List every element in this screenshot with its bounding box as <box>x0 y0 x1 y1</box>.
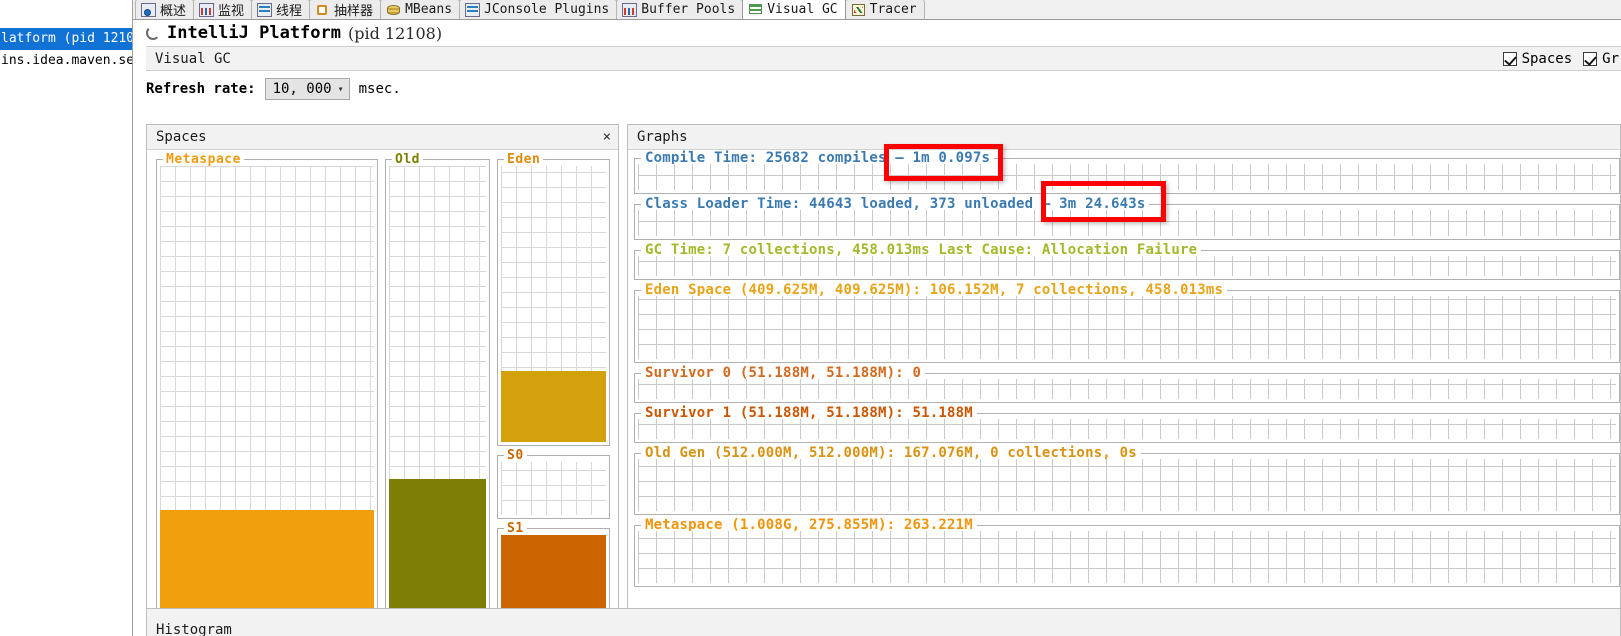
page-title: IntelliJ Platform <box>167 23 341 43</box>
tab-jconsole-plugins[interactable]: JConsole Plugins <box>459 0 618 19</box>
graph-chart[interactable]: Compile Time: 25682 compiles — 1m 0.097s <box>634 150 1620 194</box>
spaces-panel-header: Spaces × <box>147 125 618 150</box>
visualgc-screen: latform (pid 1210 ins.idea.maven.se 概述 监… <box>0 0 1621 636</box>
space-label-metaspace: Metaspace <box>163 152 244 167</box>
app-header: IntelliJ Platform (pid 12108) <box>133 20 1621 46</box>
graphs-panel-header: Graphs <box>628 125 1620 150</box>
tab-threads[interactable]: 线程 <box>251 0 311 19</box>
sidebar-item-process-selected[interactable]: latform (pid 1210 <box>0 28 132 50</box>
tab-label: JConsole Plugins <box>484 2 610 17</box>
tracer-icon <box>851 3 866 17</box>
tab-label: 监视 <box>218 4 245 19</box>
tab-label: Buffer Pools <box>641 2 736 17</box>
graph-chart-plot <box>638 419 1616 439</box>
graph-chart[interactable]: Old Gen (512.000M, 512.000M): 167.076M, … <box>634 445 1620 515</box>
tab-label: 概述 <box>160 4 187 19</box>
space-plot-metaspace <box>160 166 374 631</box>
checkbox-spaces[interactable]: Spaces <box>1502 50 1573 67</box>
refresh-rate-select[interactable]: 10, 000 ▾ <box>264 78 350 100</box>
spaces-panel-title: Spaces <box>156 129 207 145</box>
space-group-metaspace[interactable]: Metaspace <box>156 152 378 635</box>
buffer-pools-icon <box>622 2 638 17</box>
refresh-rate-row: Refresh rate: 10, 000 ▾ msec. <box>133 71 1621 107</box>
overview-icon <box>141 2 156 17</box>
graphs-panel: Graphs Compile Time: 25682 compiles — 1m… <box>627 124 1621 636</box>
loading-spinner-icon <box>146 26 160 40</box>
visual-gc-icon <box>748 2 763 16</box>
threads-icon <box>257 2 273 17</box>
chevron-down-icon: ▾ <box>337 83 344 95</box>
tab-mbeans[interactable]: MBeans <box>380 0 461 19</box>
tab-label: MBeans <box>405 2 453 17</box>
space-group-eden[interactable]: Eden <box>497 152 610 446</box>
checkbox-graphs-label: Gr <box>1602 50 1619 67</box>
close-icon[interactable]: × <box>603 129 611 145</box>
graph-chart[interactable]: Survivor 0 (51.188M, 51.188M): 0 <box>634 365 1620 403</box>
spaces-panel: Spaces × Metaspace Old Eden S0 S1 <box>146 124 619 636</box>
space-bar-eden <box>501 370 606 442</box>
visual-gc-main: IntelliJ Platform (pid 12108) Visual GC … <box>133 20 1621 636</box>
graph-chart-plot <box>638 459 1616 511</box>
space-column-old: Old <box>385 152 490 635</box>
refresh-rate-label: Refresh rate: <box>146 81 256 97</box>
process-pid: (pid 12108) <box>348 23 443 43</box>
view-subbar: Visual GC Spaces Gr <box>146 46 1621 71</box>
tab-label: 抽样器 <box>334 4 374 19</box>
space-column-metaspace: Metaspace <box>156 152 378 635</box>
tab-label: 线程 <box>276 4 303 19</box>
histogram-panel: Histogram <box>146 608 1621 636</box>
refresh-rate-value: 10, 000 <box>272 81 332 97</box>
tab-monitor[interactable]: 监视 <box>193 0 253 19</box>
panels-row: Spaces × Metaspace Old Eden S0 S1 Graphs… <box>146 124 1621 636</box>
tab-visual-gc[interactable]: Visual GC <box>742 0 846 19</box>
tab-label: Visual GC <box>767 1 838 17</box>
space-label-eden: Eden <box>504 152 544 167</box>
view-title: Visual GC <box>155 50 231 67</box>
graph-chart[interactable]: GC Time: 7 collections, 458.013ms Last C… <box>634 242 1620 280</box>
space-plot-eden <box>501 166 606 442</box>
space-group-old[interactable]: Old <box>385 152 490 635</box>
graph-chart[interactable]: Metaspace (1.008G, 275.855M): 263.221M <box>634 517 1620 587</box>
graph-chart[interactable]: Class Loader Time: 44643 loaded, 373 unl… <box>634 196 1620 240</box>
space-label-old: Old <box>392 152 423 167</box>
space-plot-s0 <box>501 462 606 515</box>
graph-chart-plot <box>638 256 1616 276</box>
space-plot-old <box>389 166 486 631</box>
histogram-panel-title: Histogram <box>156 622 232 636</box>
graphs-panel-title: Graphs <box>637 129 688 145</box>
tab-tracer[interactable]: Tracer <box>844 0 925 19</box>
graph-chart[interactable]: Eden Space (409.625M, 409.625M): 106.152… <box>634 282 1620 363</box>
sidebar-item-process[interactable]: ins.idea.maven.se <box>0 50 132 72</box>
monitor-icon <box>199 2 215 17</box>
graph-chart-plot <box>638 379 1616 399</box>
space-column-young: Eden S0 S1 <box>497 152 610 635</box>
mbeans-icon <box>386 3 401 17</box>
space-group-s0[interactable]: S0 <box>497 448 610 519</box>
tab-bar[interactable]: 概述 监视 线程 抽样器 MBeans JConsole Plugins Buf… <box>133 0 1621 20</box>
tab-sampler[interactable]: 抽样器 <box>309 0 382 19</box>
checkbox-graphs[interactable]: Gr <box>1583 51 1619 67</box>
refresh-rate-units: msec. <box>358 81 401 97</box>
tab-overview[interactable]: 概述 <box>135 0 195 19</box>
checkbox-graphs-box[interactable] <box>1583 51 1598 66</box>
graphs-body: Compile Time: 25682 compiles — 1m 0.097s… <box>628 150 1620 635</box>
sampler-icon <box>315 3 330 17</box>
jconsole-plugins-icon <box>465 2 481 17</box>
tab-label: Tracer <box>869 2 917 17</box>
process-tree-sidebar[interactable]: latform (pid 1210 ins.idea.maven.se <box>0 0 133 636</box>
graph-chart-plot <box>638 210 1616 236</box>
checkbox-spaces-label: Spaces <box>1521 50 1573 67</box>
graph-chart[interactable]: Survivor 1 (51.188M, 51.188M): 51.188M <box>634 405 1620 443</box>
space-label-s1: S1 <box>504 521 527 536</box>
spaces-body: Metaspace Old Eden S0 S1 <box>147 150 618 635</box>
view-toggles[interactable]: Spaces Gr <box>1502 50 1621 67</box>
graph-chart-plot <box>638 531 1616 583</box>
tab-buffer-pools[interactable]: Buffer Pools <box>616 0 744 19</box>
graph-chart-plot <box>638 164 1616 190</box>
checkbox-spaces-box[interactable] <box>1502 51 1517 66</box>
graph-chart-plot <box>638 296 1616 359</box>
space-label-s0: S0 <box>504 448 527 463</box>
